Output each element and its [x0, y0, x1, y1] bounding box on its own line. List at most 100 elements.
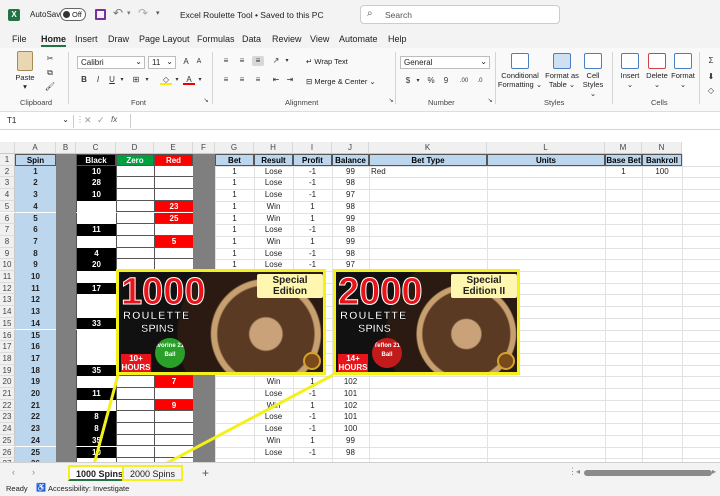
decrease-font-icon[interactable]: A: [193, 57, 205, 67]
black-cell[interactable]: [76, 352, 116, 365]
italic-icon[interactable]: I: [92, 75, 104, 85]
column-header[interactable]: L: [487, 142, 605, 154]
orientation-dropdown-icon[interactable]: ▾: [281, 56, 293, 66]
row-header[interactable]: 8: [0, 235, 15, 248]
profit-cell[interactable]: 1: [293, 201, 332, 213]
bet-cell[interactable]: 1: [215, 224, 254, 236]
column-header[interactable]: B: [56, 142, 76, 154]
bet-cell[interactable]: 1: [215, 189, 254, 201]
header-zero[interactable]: Zero: [116, 154, 154, 166]
base-bet-cell[interactable]: 1: [605, 166, 642, 178]
red-cell[interactable]: 5: [154, 235, 193, 248]
bet-cell[interactable]: 1: [215, 213, 254, 225]
row-header[interactable]: 7: [0, 224, 15, 236]
red-cell[interactable]: 7: [154, 376, 193, 388]
zero-cell[interactable]: [116, 388, 154, 400]
red-cell[interactable]: [154, 411, 193, 424]
align-top-icon[interactable]: ≡: [220, 56, 232, 66]
black-cell[interactable]: 10: [76, 165, 116, 178]
red-cell[interactable]: [154, 189, 193, 201]
underline-dropdown-icon[interactable]: ▾: [116, 75, 128, 85]
spin-cell[interactable]: 4: [15, 200, 56, 213]
zero-cell[interactable]: [116, 446, 154, 459]
number-format-select[interactable]: General ⌄: [400, 56, 490, 69]
black-cell[interactable]: [76, 376, 116, 388]
spin-cell[interactable]: 17: [15, 352, 56, 365]
font-dialog-launcher-icon[interactable]: ↘: [200, 96, 212, 106]
profit-cell[interactable]: -1: [293, 166, 332, 178]
header-balance[interactable]: Balance: [332, 154, 369, 166]
column-header[interactable]: K: [369, 142, 487, 154]
name-box[interactable]: T1 ⌄: [4, 115, 74, 128]
balance-cell[interactable]: 102: [332, 376, 369, 388]
hscroll-right-icon[interactable]: ▸: [712, 467, 716, 476]
row-header[interactable]: 23: [0, 411, 15, 424]
row-header[interactable]: 13: [0, 294, 15, 307]
black-cell[interactable]: 10: [76, 189, 116, 201]
currency-dropdown-icon[interactable]: ▾: [412, 76, 424, 86]
result-cell[interactable]: Win: [254, 435, 293, 447]
black-cell[interactable]: 28: [76, 177, 116, 190]
save-icon[interactable]: [95, 9, 106, 20]
header-spin[interactable]: Spin: [15, 154, 56, 166]
zero-cell[interactable]: [116, 411, 154, 424]
result-cell[interactable]: Win: [254, 400, 293, 412]
align-right-icon[interactable]: ≡: [252, 75, 264, 85]
decrease-decimal-icon[interactable]: .0: [474, 76, 486, 86]
bet-cell[interactable]: [215, 400, 254, 412]
result-cell[interactable]: Lose: [254, 447, 293, 459]
wrap-text-button[interactable]: ↵ Wrap Text: [306, 57, 348, 66]
row-header[interactable]: 22: [0, 399, 15, 412]
bet-cell[interactable]: [215, 388, 254, 400]
tab-home[interactable]: Home: [41, 34, 67, 47]
enter-icon[interactable]: ✓: [97, 115, 105, 126]
redo-icon[interactable]: ↷: [138, 6, 148, 20]
result-cell[interactable]: Win: [254, 201, 293, 213]
result-cell[interactable]: Lose: [254, 189, 293, 201]
scroll-left-icon[interactable]: ‹: [12, 467, 15, 477]
spin-cell[interactable]: 10: [15, 271, 56, 283]
bet-cell[interactable]: 1: [215, 177, 254, 189]
column-header[interactable]: J: [332, 142, 369, 154]
header-bankroll[interactable]: Bankroll: [642, 154, 682, 166]
tab-formulas[interactable]: Formulas: [197, 34, 235, 44]
header-basebet[interactable]: Base Bet: [605, 154, 642, 166]
column-header[interactable]: E: [154, 142, 193, 154]
sheet-tab-2000-spins[interactable]: 2000 Spins: [122, 465, 184, 481]
row-header[interactable]: 19: [0, 364, 15, 377]
spin-cell[interactable]: 3: [15, 189, 56, 201]
cut-icon[interactable]: ✂: [44, 54, 56, 64]
bet-cell[interactable]: 1: [215, 166, 254, 178]
row-header[interactable]: 16: [0, 329, 15, 342]
conditional-formatting-button[interactable]: Conditional Formatting ⌄: [497, 53, 543, 89]
black-cell[interactable]: 20: [76, 259, 116, 271]
formula-input[interactable]: [130, 114, 718, 128]
zero-cell[interactable]: [116, 399, 154, 412]
row-header[interactable]: 1: [0, 154, 15, 166]
black-cell[interactable]: 10: [76, 446, 116, 459]
balance-cell[interactable]: 99: [332, 166, 369, 178]
bet-cell[interactable]: 1: [215, 201, 254, 213]
undo-icon[interactable]: ↶: [113, 6, 123, 20]
result-cell[interactable]: Lose: [254, 388, 293, 400]
profit-cell[interactable]: 1: [293, 236, 332, 248]
undo-dropdown-icon[interactable]: ▾: [127, 9, 131, 17]
balance-cell[interactable]: 99: [332, 435, 369, 447]
row-header[interactable]: 6: [0, 212, 15, 225]
row-header[interactable]: 12: [0, 282, 15, 295]
zero-cell[interactable]: [116, 434, 154, 447]
row-header[interactable]: 18: [0, 352, 15, 365]
column-header[interactable]: C: [76, 142, 116, 154]
zero-cell[interactable]: [116, 376, 154, 388]
row-header[interactable]: 21: [0, 388, 15, 400]
result-cell[interactable]: Win: [254, 236, 293, 248]
thumb2-thumbnail-image[interactable]: 2000 ROULETTE SPINS Special Edition II 14+ H…: [333, 269, 520, 375]
column-header[interactable]: D: [116, 142, 154, 154]
balance-cell[interactable]: 101: [332, 388, 369, 400]
balance-cell[interactable]: 98: [332, 224, 369, 236]
bankroll-cell[interactable]: 100: [642, 166, 682, 178]
spin-cell[interactable]: 23: [15, 423, 56, 435]
red-cell[interactable]: 25: [154, 212, 193, 225]
balance-cell[interactable]: 98: [332, 201, 369, 213]
black-cell[interactable]: [76, 399, 116, 412]
